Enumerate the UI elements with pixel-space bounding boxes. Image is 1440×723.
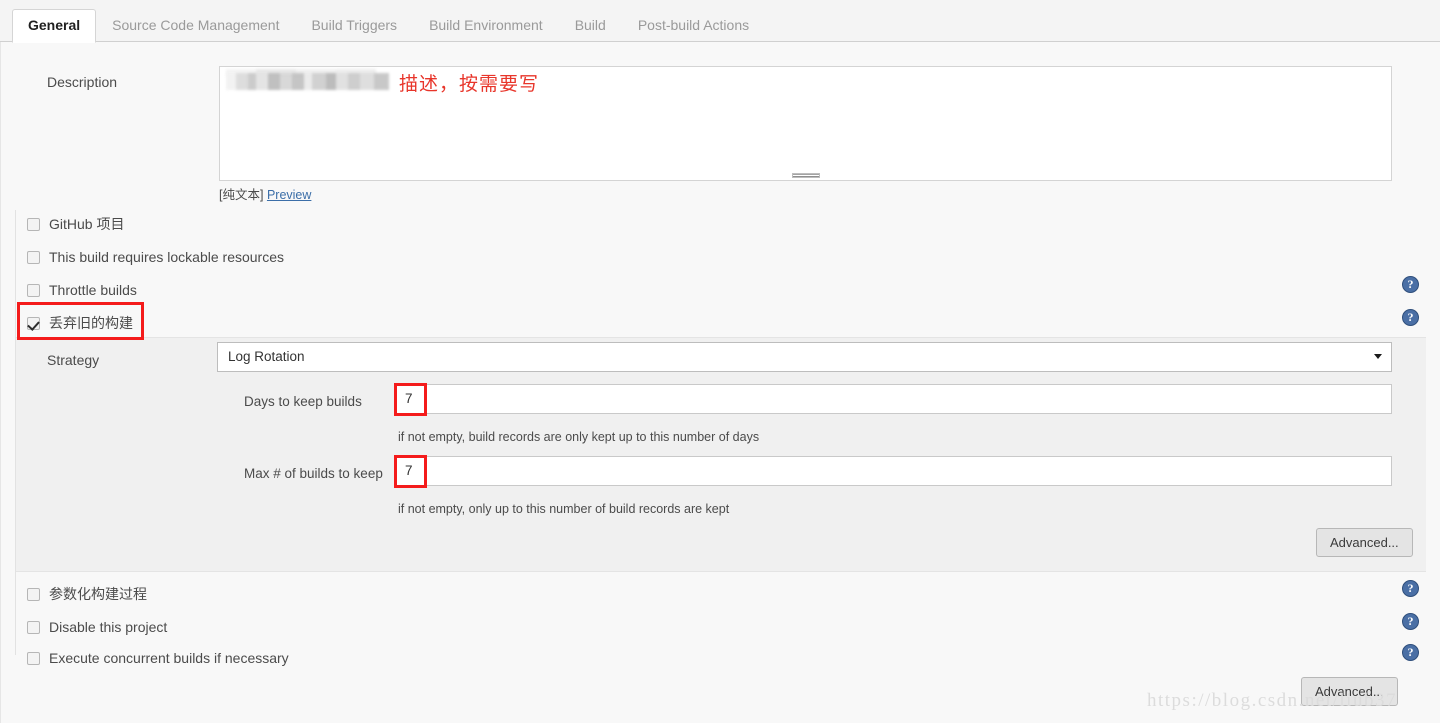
tab-build-environment[interactable]: Build Environment	[413, 9, 559, 42]
textarea-resize-handle[interactable]	[791, 173, 820, 178]
checkbox-label-concurrent-builds: Execute concurrent builds if necessary	[49, 650, 289, 666]
checkbox-disable-project[interactable]	[27, 620, 40, 634]
strategy-select-value: Log Rotation	[228, 349, 305, 364]
checkbox-row-concurrent-builds[interactable]: Execute concurrent builds if necessary	[27, 648, 289, 668]
checkbox-label-throttle-builds: Throttle builds	[49, 282, 137, 298]
tab-general[interactable]: General	[12, 9, 97, 43]
checkbox-throttle-builds[interactable]	[27, 283, 40, 297]
help-icon-disable-project[interactable]: ?	[1402, 613, 1419, 630]
checkbox-row-disable-project[interactable]: Disable this project	[27, 617, 167, 637]
days-to-keep-hint: if not empty, build records are only kep…	[398, 430, 760, 444]
description-preview-link[interactable]: Preview	[267, 188, 311, 202]
description-markup-type: [纯文本]	[219, 188, 264, 202]
general-form-panel: Description 描述，按需要写 [纯文本] Preview GitHub…	[0, 42, 1440, 723]
checkbox-lockable-resources[interactable]	[27, 250, 40, 264]
strategy-select[interactable]: Log Rotation	[217, 342, 1392, 372]
checkbox-label-parameterized-build: 参数化构建过程	[49, 586, 147, 602]
tab-source-code-management[interactable]: Source Code Management	[96, 9, 295, 42]
checkbox-row-throttle-builds[interactable]: Throttle builds	[27, 280, 137, 300]
days-to-keep-input[interactable]: 7	[394, 384, 1392, 414]
days-to-keep-label: Days to keep builds	[244, 394, 362, 409]
max-builds-to-keep-input[interactable]: 7	[394, 456, 1392, 486]
jenkins-job-config-page: General Source Code Management Build Tri…	[0, 0, 1440, 723]
checkbox-label-disable-project: Disable this project	[49, 619, 168, 635]
checkbox-discard-old-builds[interactable]	[27, 316, 40, 330]
max-builds-to-keep-hint: if not empty, only up to this number of …	[398, 502, 730, 516]
chevron-down-icon	[1374, 354, 1382, 359]
description-annotation: 描述，按需要写	[399, 74, 540, 95]
strategy-advanced-button[interactable]: Advanced...	[1316, 528, 1413, 557]
max-builds-to-keep-label: Max # of builds to keep	[244, 466, 383, 481]
checkbox-row-github-project[interactable]: GitHub 项目	[27, 214, 124, 234]
checkbox-row-parameterized-build[interactable]: 参数化构建过程	[27, 584, 147, 604]
checkbox-concurrent-builds[interactable]	[27, 651, 40, 665]
tab-build[interactable]: Build	[559, 9, 622, 42]
checkbox-parameterized-build[interactable]	[27, 587, 40, 601]
tab-post-build-actions[interactable]: Post-build Actions	[622, 9, 765, 42]
config-tab-bar: General Source Code Management Build Tri…	[0, 0, 1440, 43]
tab-build-triggers[interactable]: Build Triggers	[295, 9, 413, 42]
checkbox-label-lockable-resources: This build requires lockable resources	[49, 249, 284, 265]
help-icon-discard-old-builds[interactable]: ?	[1402, 309, 1419, 326]
help-icon-concurrent-builds[interactable]: ?	[1402, 644, 1419, 661]
watermark-text: https://blog.csdn.net/liub37	[1147, 690, 1397, 711]
description-footer: [纯文本] Preview	[219, 184, 311, 203]
discard-builds-strategy-panel: Strategy Log Rotation Days to keep build…	[16, 337, 1426, 572]
help-icon-parameterized-build[interactable]: ?	[1402, 580, 1419, 597]
checkbox-github-project[interactable]	[27, 217, 40, 231]
checkbox-row-lockable-resources[interactable]: This build requires lockable resources	[27, 247, 284, 267]
checkbox-label-discard-old-builds: 丢弃旧的构建	[49, 315, 133, 331]
description-label: Description	[47, 74, 118, 90]
strategy-label: Strategy	[47, 352, 100, 368]
description-textarea[interactable]	[219, 66, 1392, 181]
description-redacted-text	[226, 73, 389, 90]
checkbox-label-github-project: GitHub 项目	[49, 216, 125, 232]
checkbox-row-discard-old-builds[interactable]: 丢弃旧的构建	[27, 313, 133, 333]
help-icon-throttle-builds[interactable]: ?	[1402, 276, 1419, 293]
tab-list: General Source Code Management Build Tri…	[12, 8, 765, 43]
